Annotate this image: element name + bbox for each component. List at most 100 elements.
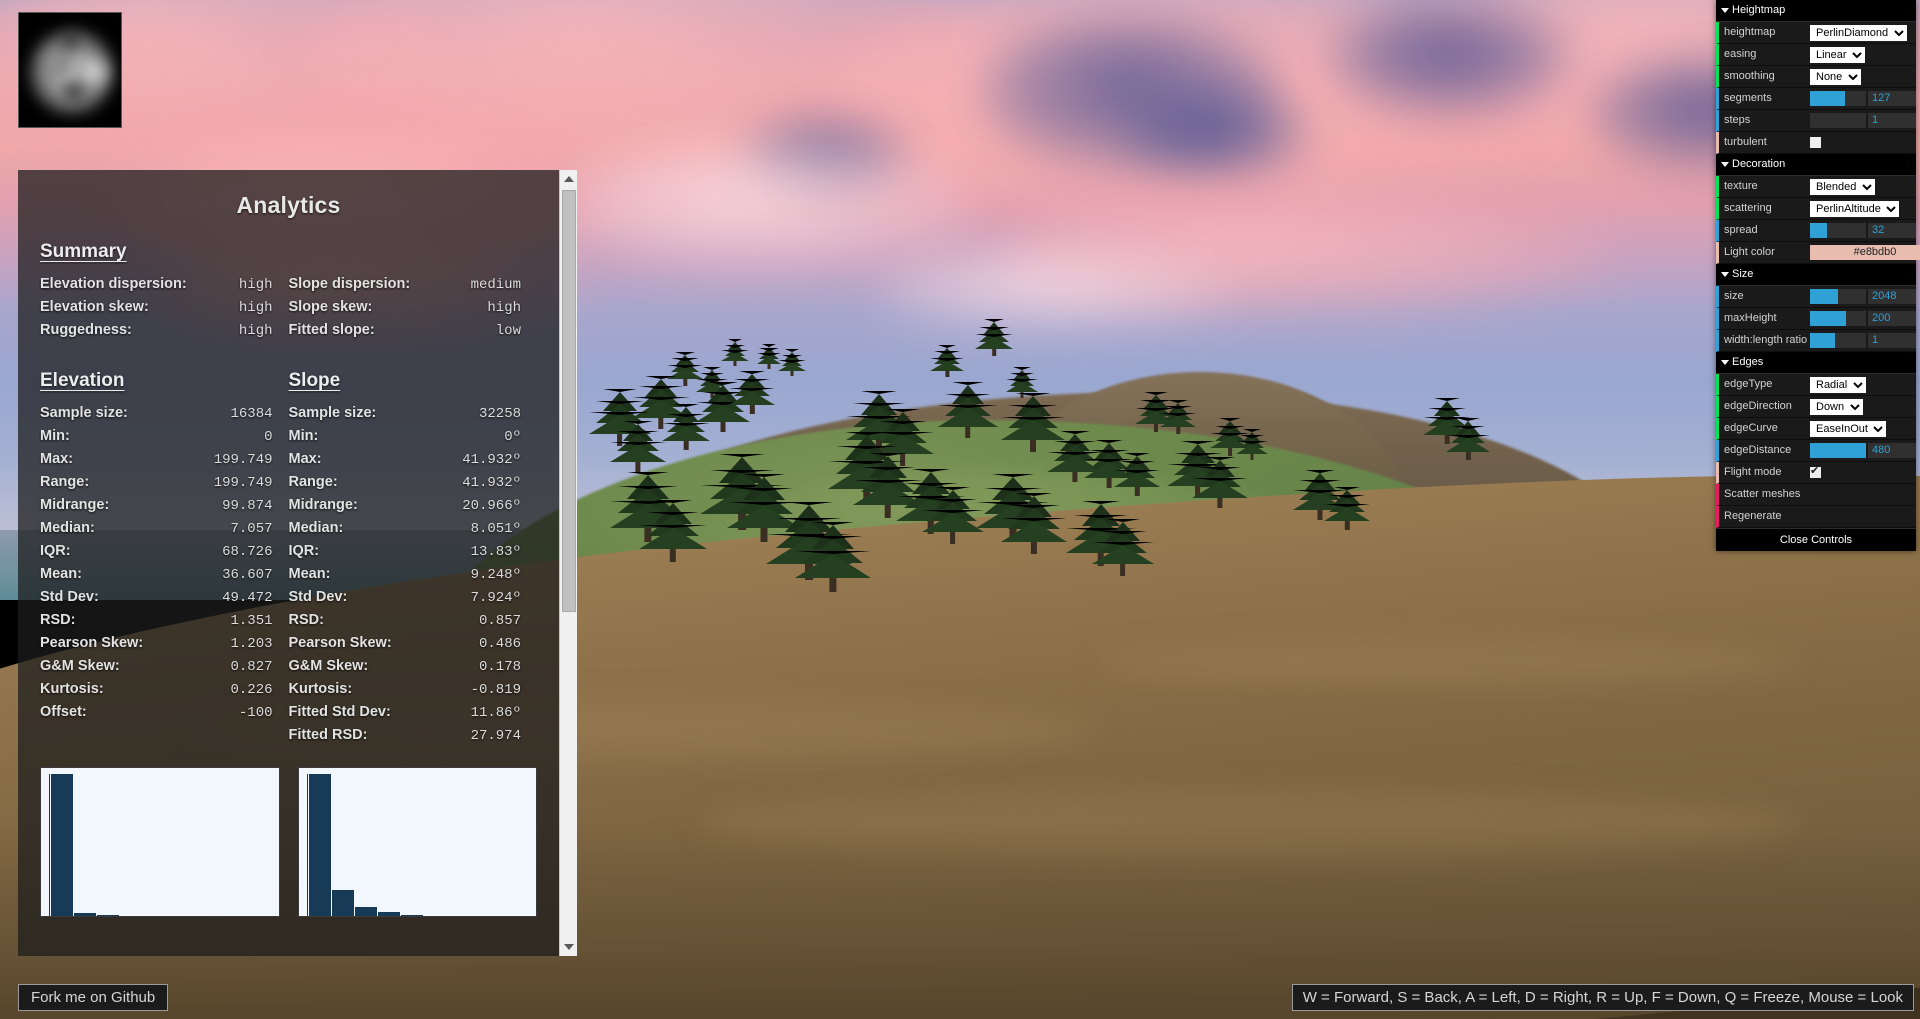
summary-value: high [238, 277, 273, 293]
pine-tree [1235, 429, 1268, 460]
gui-row-steps[interactable]: steps 1 [1716, 110, 1916, 132]
gui-row-label: width:length ratio [1724, 334, 1808, 346]
gui-checkbox-flight-mode[interactable] [1810, 464, 1821, 478]
gui-select-heightmap[interactable]: PerlinDiamond [1810, 24, 1907, 41]
gui-number-segments[interactable]: 127 [1868, 91, 1916, 106]
gui-row-heightmap[interactable]: heightmap PerlinDiamond [1716, 22, 1916, 44]
tree-foliage-layer [661, 422, 710, 441]
stat-row: Median: 8.051º [289, 519, 522, 538]
stat-key: Range: [40, 474, 90, 490]
stat-value: 27.974 [470, 728, 521, 744]
analytics-scrollbar[interactable] [559, 170, 577, 956]
gui-row-control: 1 [1810, 333, 1916, 348]
stat-key: Std Dev: [288, 589, 348, 605]
stat-key: RSD: [40, 612, 76, 628]
gui-row-scattering[interactable]: scattering PerlinAltitude [1716, 198, 1916, 220]
stat-row: Range: 41.932º [289, 473, 522, 492]
heightmap-lowspot [57, 33, 85, 51]
gui-select-edgedirection[interactable]: Down [1810, 398, 1863, 415]
gui-row-spread[interactable]: spread 32 [1716, 220, 1916, 242]
gui-select-edgetype[interactable]: Radial [1810, 376, 1866, 393]
gui-row-width-length-ratio[interactable]: width:length ratio 1 [1716, 330, 1916, 352]
gui-row-smoothing[interactable]: smoothing None [1716, 66, 1916, 88]
stat-value: 41.932º [462, 475, 521, 491]
gui-checkbox-turbulent[interactable] [1810, 137, 1821, 148]
cloud-shape [1120, 90, 1310, 180]
stat-value: 7.924º [470, 590, 521, 606]
gui-folder-heightmap[interactable]: Heightmap [1716, 0, 1916, 22]
gui-slider-width-length-ratio[interactable] [1810, 333, 1866, 348]
gui-row-maxheight[interactable]: maxHeight 200 [1716, 308, 1916, 330]
gui-function-scatter-meshes[interactable]: Scatter meshes [1716, 484, 1916, 506]
slider-fill [1810, 311, 1847, 326]
gui-folder-label: Size [1732, 268, 1754, 280]
gui-row-size[interactable]: size 2048 [1716, 286, 1916, 308]
stat-value: 199.749 [213, 475, 273, 491]
gui-row-label: smoothing [1724, 70, 1775, 82]
gui-row-texture[interactable]: texture Blended [1716, 176, 1916, 198]
stat-row: Ruggedness: high [40, 321, 273, 340]
gui-folder-edges[interactable]: Edges [1716, 352, 1916, 374]
gui-row-turbulent[interactable]: turbulent [1716, 132, 1916, 154]
gui-function-regenerate[interactable]: Regenerate [1716, 506, 1916, 528]
cloud-shape [560, 140, 980, 270]
stat-key: Fitted RSD: [288, 727, 368, 743]
scroll-down-arrow[interactable] [560, 938, 577, 956]
gui-number-edgedistance[interactable]: 480 [1868, 443, 1916, 458]
gui-slider-spread[interactable] [1810, 223, 1866, 238]
gui-row-edgedirection[interactable]: edgeDirection Down [1716, 396, 1916, 418]
gui-select-edgecurve[interactable]: EaseInOut [1810, 420, 1886, 437]
gui-row-light-color[interactable]: Light color #e8bdb0 [1716, 242, 1920, 264]
scroll-up-arrow[interactable] [560, 170, 577, 188]
gui-slider-edgedistance[interactable] [1810, 443, 1866, 458]
gui-folder-size[interactable]: Size [1716, 264, 1916, 286]
gui-row-segments[interactable]: segments 127 [1716, 88, 1916, 110]
gui-row-label: edgeDirection [1724, 400, 1792, 412]
pine-tree [729, 370, 776, 414]
stat-row: Mean: 9.248º [289, 565, 522, 584]
stat-value: 9.248º [470, 567, 521, 583]
stat-key: Sample size: [40, 405, 128, 421]
gui-folder-decoration[interactable]: Decoration [1716, 154, 1916, 176]
chevron-down-icon [1721, 272, 1729, 277]
gui-number-steps[interactable]: 1 [1868, 113, 1916, 128]
gui-select-easing[interactable]: Linear [1810, 46, 1865, 63]
gui-row-edgetype[interactable]: edgeType Radial [1716, 374, 1916, 396]
heightmap-preview[interactable] [18, 12, 122, 128]
stat-key: Max: [288, 451, 322, 467]
stat-value: 49.472 [222, 590, 273, 606]
gui-slider-steps[interactable] [1810, 113, 1866, 128]
analytics-panel: Analytics Summary Elevation dispersion: h… [18, 170, 577, 956]
scrollbar-thumb[interactable] [562, 190, 576, 612]
gui-select-smoothing[interactable]: None [1810, 68, 1861, 85]
summary-key: Fitted slope: [288, 322, 375, 338]
stat-key: Mean: [288, 566, 331, 582]
histogram-bar [97, 914, 119, 916]
slider-fill [1810, 91, 1845, 106]
gui-slider-maxheight[interactable] [1810, 311, 1866, 326]
stat-row: Kurtosis: 0.226 [40, 680, 273, 699]
gui-row-flight-mode[interactable]: Flight mode [1716, 462, 1916, 484]
gui-number-size[interactable]: 2048 [1868, 289, 1916, 304]
control-panel[interactable]: Heightmap heightmap PerlinDiamond easing Lin… [1716, 0, 1920, 551]
pine-tree [778, 349, 807, 376]
gui-select-texture[interactable]: Blended [1810, 178, 1875, 195]
gui-row-easing[interactable]: easing Linear [1716, 44, 1916, 66]
gui-color-field[interactable]: #e8bdb0 [1810, 245, 1920, 260]
gui-number-spread[interactable]: 32 [1868, 223, 1916, 238]
gui-row-label: Scatter meshes [1724, 488, 1801, 500]
gui-number-width-length-ratio[interactable]: 1 [1868, 333, 1916, 348]
pine-tree [721, 339, 750, 366]
gui-slider-segments[interactable] [1810, 91, 1866, 106]
gui-row-edgecurve[interactable]: edgeCurve EaseInOut [1716, 418, 1916, 440]
fork-on-github-button[interactable]: Fork me on Github [18, 984, 169, 1011]
gui-row-edgedistance[interactable]: edgeDistance 480 [1716, 440, 1916, 462]
gui-number-maxheight[interactable]: 200 [1868, 311, 1916, 326]
close-controls-button[interactable]: Close Controls [1716, 528, 1916, 551]
gui-row-control: Radial [1810, 376, 1916, 393]
summary-value: low [495, 323, 521, 339]
gui-row-control: PerlinDiamond [1810, 24, 1916, 41]
gui-slider-size[interactable] [1810, 289, 1866, 304]
stat-row: Slope dispersion: medium [289, 275, 522, 294]
gui-select-scattering[interactable]: PerlinAltitude [1810, 200, 1899, 217]
